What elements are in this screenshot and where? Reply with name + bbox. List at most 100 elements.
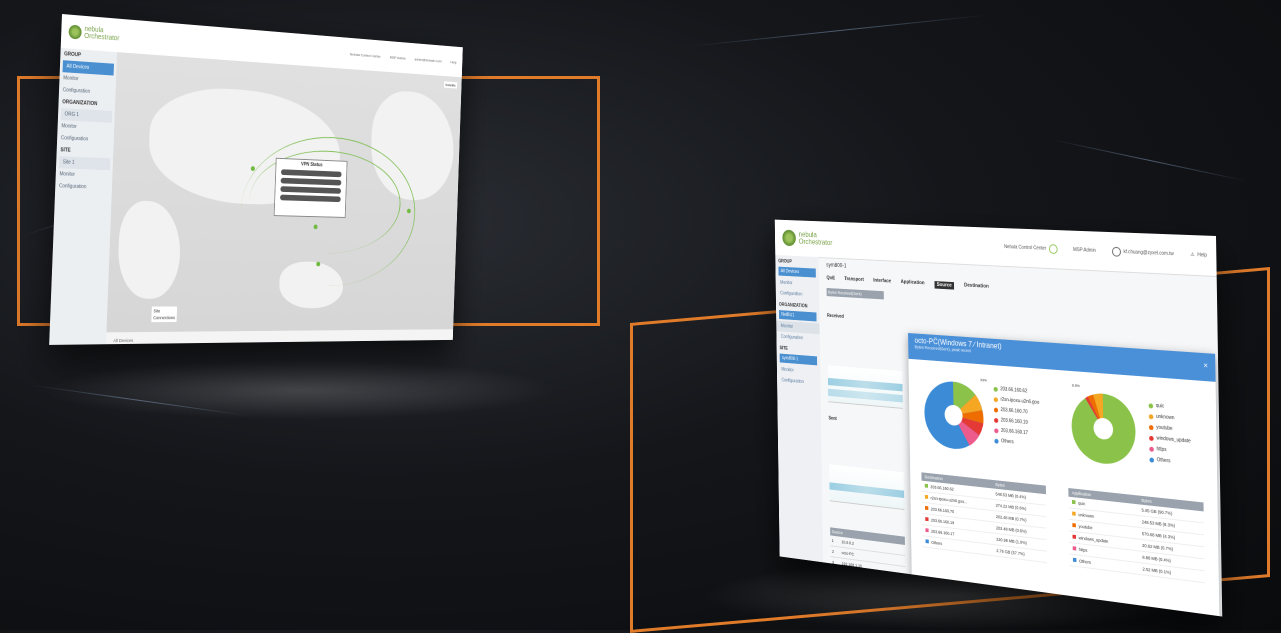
org-select[interactable]: NetBiz1 <box>779 310 817 322</box>
cell-text: Others <box>931 540 943 547</box>
map-landmass-africa <box>116 200 182 299</box>
tab-application[interactable]: Application <box>901 279 925 288</box>
legend-item: windows_update <box>1149 435 1191 445</box>
legend-label: windows_update <box>1156 435 1191 445</box>
color-swatch <box>1072 546 1077 551</box>
row-source: 10.0.0.2 <box>841 539 854 546</box>
legend-swatch <box>1149 456 1155 463</box>
sent-label: Sent <box>828 415 837 422</box>
cell-text: 203.66.160.62 <box>930 484 954 492</box>
legend-label: Others <box>1156 457 1171 465</box>
color-swatch <box>924 494 929 499</box>
cell-text: r2sn-ipoxu-u2n6.goo... <box>930 495 968 505</box>
color-swatch <box>1072 523 1076 528</box>
help-menu[interactable]: Help <box>450 59 456 64</box>
left-footer: All Devices <box>113 337 134 344</box>
legend-item: 203.66.160.17 <box>994 427 1040 437</box>
color-swatch <box>1072 557 1077 563</box>
nebula-logo-icon <box>782 229 796 247</box>
sent-series <box>829 482 905 499</box>
legend-item: r2sn-ipoxu-u2n6.goo <box>993 396 1040 406</box>
sidebar-item-configuration[interactable]: Configuration <box>777 375 821 389</box>
connections-filter[interactable]: Connections <box>153 315 175 320</box>
legend-label: 203.66.160.17 <box>1000 427 1028 437</box>
legend-swatch <box>1149 435 1154 441</box>
destination-legend: 203.66.160.62 r2sn-ipoxu-u2n6.goo 203.66… <box>993 386 1041 453</box>
application-donut-chart <box>1071 391 1137 467</box>
control-center-link[interactable]: Nebula Control Center <box>350 51 381 58</box>
control-center-link[interactable]: Nebula Control Center <box>1004 242 1058 255</box>
sent-chart <box>829 464 905 511</box>
row-index: 1 <box>831 538 834 544</box>
received-chart <box>827 365 903 409</box>
legend-item: 203.66.160.62 <box>993 386 1040 395</box>
metric-select[interactable]: Bytes Received(Sent) <box>826 287 884 300</box>
row-source: octo-PC <box>841 550 855 557</box>
msp-admin-menu[interactable]: MSP Admin <box>390 54 406 60</box>
help-menu[interactable]: ⚠ Help <box>1190 252 1207 259</box>
left-screen-map-view: nebula Orchestrator Nebula Control Cente… <box>49 14 463 345</box>
legend-item: unknown <box>1148 413 1191 422</box>
tab-destination[interactable]: Destination <box>964 283 989 292</box>
color-swatch <box>1071 499 1076 505</box>
destination-table: Destination Bytes 203.66.160.62 548.53 MB … <box>921 472 1048 563</box>
right-pie-label: 8.6% <box>1071 382 1080 389</box>
popup-title: VPN Status <box>300 161 323 169</box>
legend-swatch <box>1148 413 1154 419</box>
right-screen-analytics: nebula Orchestrator Nebula Control Cente… <box>774 219 1223 617</box>
color-swatch <box>925 517 929 522</box>
close-icon[interactable]: × <box>1203 361 1208 370</box>
legend-label: Others <box>1001 438 1014 446</box>
cell-text: 203.66.160.70 <box>930 506 955 515</box>
sidebar-item-configuration[interactable]: Configuration <box>55 180 112 194</box>
user-menu[interactable]: kf.chuang@zyxel.com.tw <box>1111 246 1174 259</box>
map-bottom-bar: Site Connections <box>151 306 178 323</box>
legend-label: quic <box>1155 402 1165 410</box>
received-label: Received <box>826 313 844 320</box>
color-swatch <box>924 483 928 488</box>
color-swatch <box>925 539 929 544</box>
modal-header: octo-PC̈(Windows 7 ∕ Intranet) Bytes Rec… <box>908 333 1216 382</box>
legend-swatch <box>993 386 998 392</box>
msp-admin-menu[interactable]: MSP Admin <box>1073 247 1096 254</box>
legend-swatch <box>1148 424 1154 430</box>
left-pie-label: 33% <box>980 377 987 383</box>
site-filter[interactable]: Site <box>153 308 175 313</box>
legend-label: unknown <box>1156 413 1175 422</box>
floor-glow <box>40 360 560 420</box>
group-select[interactable]: All Devices <box>778 266 816 278</box>
site-select[interactable]: sym800-1 <box>779 353 818 366</box>
popup-row <box>280 186 342 194</box>
legend-item: Others <box>994 438 1040 448</box>
legend-label: youtube <box>1156 424 1173 432</box>
help-label: Help <box>1197 252 1207 259</box>
cell-text: 203.66.160.17 <box>931 528 955 537</box>
world-map[interactable]: Satellite VPN Status Site Connections <box>106 52 462 333</box>
color-swatch <box>925 505 929 511</box>
lightning-decoration <box>690 14 990 47</box>
logo-subtext: Orchestrator <box>798 237 833 247</box>
cell-text: windows_update <box>1078 535 1109 544</box>
popup-row <box>279 194 341 203</box>
received-series <box>828 388 903 403</box>
tab-source[interactable]: Source <box>934 281 955 290</box>
user-avatar-icon <box>1111 246 1121 257</box>
tab-interface[interactable]: Interface <box>873 278 891 286</box>
legend-swatch <box>994 438 999 444</box>
application-legend: quic unknown youtube windows_update http… <box>1148 402 1192 471</box>
color-swatch <box>1072 511 1076 516</box>
legend-swatch <box>993 396 998 402</box>
legend-swatch <box>994 427 999 433</box>
cell-text: 203.66.160.19 <box>930 517 955 526</box>
legend-label: r2sn-ipoxu-u2n6.goo <box>1000 396 1040 406</box>
map-type-toggle[interactable]: Satellite <box>443 81 458 89</box>
right-sidebar: GROUP All Devices Monitor Configuration … <box>775 255 824 563</box>
warning-icon: ⚠ <box>1190 251 1195 259</box>
tab-qoe[interactable]: QoE <box>826 275 835 283</box>
lightning-decoration <box>1052 139 1248 182</box>
left-logo: nebula Orchestrator <box>68 24 119 42</box>
user-menu[interactable]: admin@domain.com <box>414 56 441 63</box>
tab-transport[interactable]: Transport <box>844 276 864 284</box>
right-logo: nebula Orchestrator <box>782 229 833 248</box>
legend-item: Others <box>1149 456 1191 466</box>
